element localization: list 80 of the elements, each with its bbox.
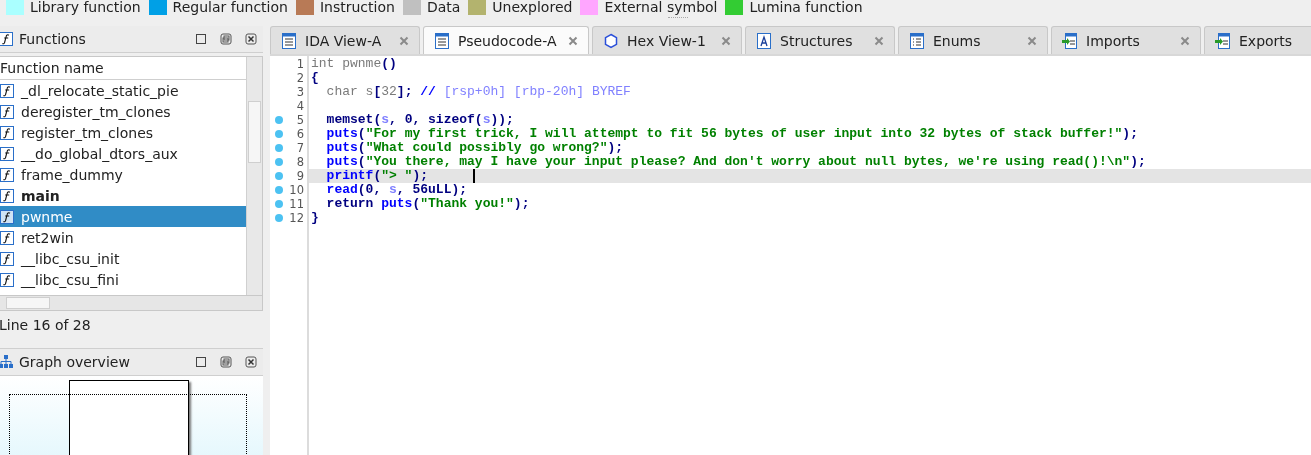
- tab[interactable]: Structures: [745, 26, 895, 54]
- breakpoint-dot[interactable]: [275, 200, 283, 208]
- line-number: 12: [289, 211, 304, 225]
- graph-canvas[interactable]: [0, 376, 263, 455]
- code-line: read(0, s, 56uLL);: [325, 182, 468, 197]
- maximize-icon[interactable]: [195, 356, 207, 368]
- line-number: 11: [289, 197, 304, 211]
- legend-label: Instruction: [319, 0, 395, 15]
- tab-icon: [909, 32, 925, 49]
- text-cursor: [473, 169, 475, 183]
- legend-label: Lumina function: [749, 0, 863, 15]
- function-icon: [0, 209, 14, 224]
- breakpoint-dot[interactable]: [275, 186, 283, 194]
- line-number: 4: [296, 99, 304, 113]
- code-line: puts("For my first trick, I will attempt to fit 56 bytes of user input into 32 bytes of stack buffer!");: [325, 126, 1138, 141]
- line-number: 10: [289, 183, 304, 197]
- vertical-scrollbar[interactable]: [246, 57, 262, 295]
- code-editor[interactable]: [270, 56, 1311, 455]
- tab-icon: [281, 32, 297, 49]
- line-number: 9: [296, 169, 304, 183]
- maximize-icon[interactable]: [195, 33, 207, 45]
- line-number: 8: [296, 155, 304, 169]
- tab-icon: [1062, 32, 1078, 49]
- legend-label: Library function: [30, 0, 141, 15]
- line-number: 2: [296, 71, 304, 85]
- breakpoint-dot[interactable]: [275, 130, 283, 138]
- legend-label: Regular function: [172, 0, 288, 15]
- code-line: }: [311, 210, 319, 225]
- breakpoint-dot[interactable]: [275, 214, 283, 222]
- horizontal-scrollbar[interactable]: [0, 296, 263, 311]
- close-icon[interactable]: [245, 33, 257, 45]
- function-item[interactable]: _dl_relocate_static_pie: [0, 80, 246, 101]
- tab-icon: [1215, 32, 1231, 49]
- tab[interactable]: Hex View-1: [592, 26, 742, 54]
- legend-label: External symbol: [604, 0, 718, 15]
- tab[interactable]: Pseudocode-A: [423, 26, 589, 54]
- function-item[interactable]: main: [0, 185, 246, 206]
- code-line: char s[32]; // [rsp+0h] [rbp-20h] BYREF: [325, 84, 631, 99]
- tab-icon: [756, 32, 772, 49]
- line-number: 6: [296, 127, 304, 141]
- breakpoint-dot[interactable]: [275, 158, 283, 166]
- function-icon: [0, 32, 13, 46]
- breakpoint-dot[interactable]: [275, 172, 283, 180]
- line-number: 5: [296, 113, 304, 127]
- code-line: memset(s, 0, sizeof(s));: [325, 112, 514, 127]
- code-line: {: [311, 70, 319, 85]
- function-item[interactable]: __libc_csu_init: [0, 248, 246, 269]
- float-icon[interactable]: [220, 356, 232, 368]
- function-item[interactable]: deregister_tm_clones: [0, 101, 246, 122]
- function-item[interactable]: __libc_csu_fini: [0, 269, 246, 290]
- function-item[interactable]: frame_dummy: [0, 164, 246, 185]
- breakpoint-dot[interactable]: [275, 116, 283, 124]
- tab[interactable]: Exports: [1204, 26, 1311, 54]
- line-number: 3: [296, 85, 304, 99]
- legend-label: Data: [426, 0, 461, 15]
- code-line: int pwnme(): [311, 56, 397, 71]
- tab-icon: [603, 32, 619, 49]
- panel-title: Graph overview: [19, 354, 131, 370]
- float-icon[interactable]: [220, 33, 232, 45]
- code-line: printf("> ");: [325, 168, 429, 183]
- code-line: puts("What could possibly go wrong?");: [325, 140, 624, 155]
- code-line: puts("You there, may I have your input please? And don't worry about null bytes, we're using read()!\n");: [325, 154, 1146, 169]
- line-number: 1: [296, 57, 304, 71]
- breakpoint-dot[interactable]: [275, 144, 283, 152]
- tab-icon: [434, 32, 450, 49]
- line-number: 7: [296, 141, 304, 155]
- tab[interactable]: IDA View-A: [270, 26, 420, 54]
- function-item[interactable]: pwnme: [0, 206, 246, 227]
- code-line: return puts("Thank you!");: [325, 196, 530, 211]
- graph-icon: [0, 355, 13, 369]
- status-text: Line 16 of 28: [0, 316, 92, 335]
- legend-label: Unexplored: [492, 0, 573, 15]
- function-item[interactable]: register_tm_clones: [0, 122, 246, 143]
- function-item[interactable]: ret2win: [0, 227, 246, 248]
- close-icon[interactable]: [245, 356, 257, 368]
- tab[interactable]: Enums: [898, 26, 1048, 54]
- function-item[interactable]: __do_global_dtors_aux: [0, 143, 246, 164]
- tab[interactable]: Imports: [1051, 26, 1201, 54]
- panel-title: Functions: [19, 31, 87, 47]
- viewport-frame[interactable]: [9, 394, 247, 455]
